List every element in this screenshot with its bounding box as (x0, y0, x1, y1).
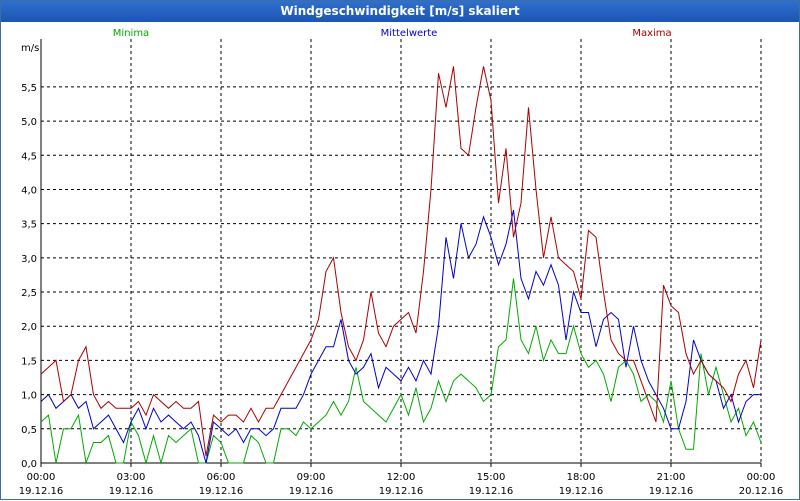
x-tick-date: 19.12.16 (469, 486, 514, 497)
x-tick-time: 06:00 (207, 472, 236, 483)
legend-maxima: Maxima (632, 28, 671, 39)
x-tick-date: 19.12.16 (19, 486, 64, 497)
y-tick-label: 3,5 (21, 220, 37, 231)
x-tick-time: 21:00 (657, 472, 686, 483)
legend-mittelwerte: Mittelwerte (381, 28, 438, 39)
x-tick-time: 00:00 (747, 472, 776, 483)
y-tick-label: 2,5 (21, 288, 37, 299)
x-tick-time: 00:00 (27, 472, 56, 483)
chart-window: Windgeschwindigkeit [m/s] skaliert 0,0 0,… (0, 0, 800, 500)
x-tick-date: 19.12.16 (559, 486, 604, 497)
x-tick-date: 19.12.16 (109, 486, 154, 497)
y-tick-label: 2,0 (21, 322, 37, 333)
x-tick-time: 09:00 (297, 472, 326, 483)
y-tick-label: 0,0 (21, 459, 37, 470)
x-tick-date: 19.12.16 (379, 486, 424, 497)
y-tick-label: 4,5 (21, 151, 37, 162)
y-tick-label: 5,0 (21, 117, 37, 128)
y-tick-label: 3,0 (21, 254, 37, 265)
y-tick-label: 4,0 (21, 185, 37, 196)
x-tick-time: 18:00 (567, 472, 596, 483)
x-tick-date: 19.12.16 (199, 486, 244, 497)
y-tick-label: 0,5 (21, 425, 37, 436)
y-tick-label: 5,5 (21, 83, 37, 94)
y-tick-label: 1,0 (21, 391, 37, 402)
x-tick-time: 03:00 (117, 472, 146, 483)
chart-svg: 0,0 0,5 1,0 1,5 2,0 2,5 3,0 3,5 4,0 4,5 5,0 5,5 00:0… (19, 28, 784, 497)
x-tick-date: 19.12.16 (289, 486, 334, 497)
x-tick-time: 12:00 (387, 472, 416, 483)
x-tick-date: 20.12.16 (739, 486, 784, 497)
axes (40, 39, 762, 467)
legend: Minima Mittelwerte Maxima (113, 28, 672, 39)
legend-minima: Minima (113, 28, 149, 39)
y-tick-label: 1,5 (21, 356, 37, 367)
x-tick-time: 15:00 (477, 472, 506, 483)
x-tick-date: 19.12.16 (649, 486, 694, 497)
y-axis-label: m/s (21, 43, 39, 54)
